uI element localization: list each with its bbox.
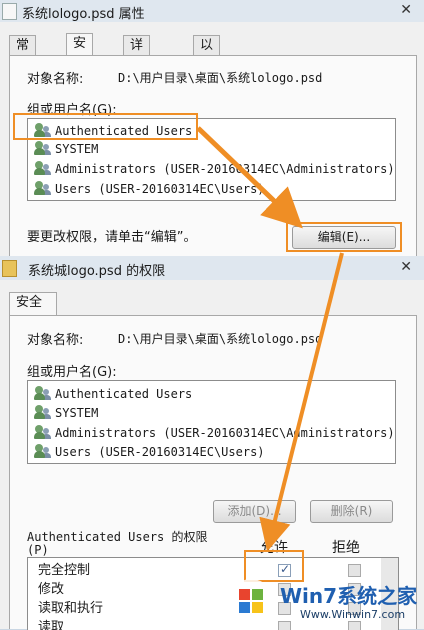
tab-security[interactable]: 安全 xyxy=(66,33,94,71)
object-name-label: 对象名称: xyxy=(27,333,84,348)
edit-highlight xyxy=(286,222,402,252)
properties-title: 系统lologo.psd 属性 xyxy=(22,7,145,22)
list-item[interactable]: SYSTEM xyxy=(34,404,98,422)
properties-titlebar[interactable]: 系统lologo.psd 属性 ✕ xyxy=(0,0,424,22)
close-icon[interactable]: ✕ xyxy=(400,2,412,18)
edit-hint: 要更改权限，请单击“编辑”。 xyxy=(27,230,197,245)
list-item[interactable]: Authenticated Users xyxy=(34,385,192,403)
object-name-value: D:\用户目录\桌面\系统lologo.psd xyxy=(118,332,323,346)
tab-general[interactable]: 常规 xyxy=(9,35,37,73)
permissions-title: 系统城logo.psd 的权限 xyxy=(28,264,166,279)
object-name-label: 对象名称: xyxy=(27,72,84,87)
watermark: Win7系统之家 Www.Winwin7.com xyxy=(222,574,424,629)
tab-previous-versions[interactable]: 以前的版本 xyxy=(193,35,221,133)
group-label: 组或用户名(G): xyxy=(27,365,117,380)
user-group-icon xyxy=(34,141,52,155)
user-group-icon xyxy=(34,181,52,195)
permission-full-control: 完全控制 xyxy=(38,563,91,578)
list-item[interactable]: SYSTEM xyxy=(34,140,98,158)
user-group-icon xyxy=(34,161,52,175)
user-group-icon xyxy=(34,405,52,419)
windows-logo-icon xyxy=(229,579,273,623)
tab-security[interactable]: 安全 xyxy=(9,292,57,315)
permissions-title-suffix: (P) xyxy=(27,543,49,557)
object-name-value: D:\用户目录\桌面\系统lologo.psd xyxy=(118,71,323,85)
permissions-title: Authenticated Users 的权限 xyxy=(27,530,208,544)
file-icon xyxy=(2,3,17,20)
folder-icon xyxy=(2,260,17,277)
list-item[interactable]: Users (USER-20160314EC\Users) xyxy=(34,443,265,461)
list-item[interactable]: Users (USER-20160314EC\Users) xyxy=(34,180,265,198)
user-group-icon xyxy=(34,386,52,400)
permission-modify: 修改 xyxy=(38,582,65,597)
add-button[interactable]: 添加(D)... xyxy=(213,500,296,523)
deny-header: 拒绝 xyxy=(332,540,360,556)
close-icon[interactable]: ✕ xyxy=(400,259,412,275)
remove-button[interactable]: 删除(R) xyxy=(310,500,393,523)
user-group-icon xyxy=(34,425,52,439)
watermark-url: Www.Winwin7.com xyxy=(300,608,406,621)
permission-read: 读取 xyxy=(38,620,65,630)
tab-details[interactable]: 详细信息 xyxy=(123,35,151,113)
user-highlight xyxy=(13,113,198,140)
properties-window: 系统lologo.psd 属性 ✕ 常规 安全 详细信息 以前的版本 对象名称:… xyxy=(0,0,424,256)
permissions-titlebar[interactable]: 系统城logo.psd 的权限 ✕ xyxy=(0,256,424,280)
watermark-brand: Win7系统之家 xyxy=(280,584,418,608)
list-item[interactable]: Administrators (USER-20160314EC\Administ… xyxy=(34,160,395,178)
permission-read-execute: 读取和执行 xyxy=(38,601,104,616)
user-group-icon xyxy=(34,444,52,458)
user-list[interactable]: Authenticated Users SYSTEM Administrator… xyxy=(27,380,396,464)
list-item[interactable]: Administrators (USER-20160314EC\Administ… xyxy=(34,424,395,442)
